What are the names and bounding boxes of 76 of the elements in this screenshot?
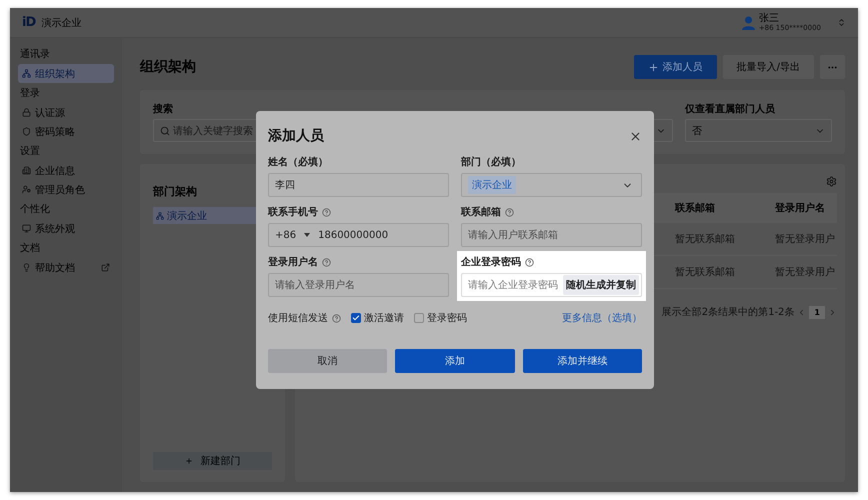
input-field[interactable]: 请输入用户联系邮箱	[461, 223, 642, 247]
user-gear-icon	[22, 185, 31, 194]
plus-icon	[648, 62, 659, 72]
panel-title: 部门架构	[153, 184, 198, 199]
select-field[interactable]: 否	[685, 119, 832, 142]
network-icon	[22, 69, 31, 78]
new-department-button[interactable]: 新建部门	[153, 452, 272, 470]
close-icon[interactable]	[629, 130, 642, 142]
cancel-button[interactable]: 取消	[268, 349, 388, 373]
monitor-icon	[22, 224, 31, 233]
sidebar-item[interactable]: 系统外观	[18, 219, 114, 238]
section-label: 通讯录	[19, 48, 51, 62]
sidebar-item[interactable]: 企业信息	[18, 161, 114, 180]
page-number[interactable]: 1	[809, 306, 825, 318]
field-label: 企业登录密码	[461, 256, 521, 269]
updown-icon[interactable]	[837, 18, 846, 27]
avatar-icon	[742, 16, 755, 30]
page-title: 组织架构	[140, 58, 196, 76]
table-cell: 暂无联系邮箱	[675, 256, 775, 289]
sidebar-item[interactable]: 管理员角色	[18, 180, 114, 199]
checkbox[interactable]	[414, 313, 424, 323]
network-icon	[156, 212, 164, 220]
lock-icon	[22, 108, 31, 117]
submit-button[interactable]: 添加并继续	[522, 349, 642, 373]
help-icon[interactable]	[505, 208, 514, 216]
help-icon[interactable]	[525, 258, 534, 266]
checkbox-label: 激活邀请	[364, 312, 404, 325]
plus-icon	[184, 457, 192, 465]
sidebar-item[interactable]: 密码策略	[18, 122, 114, 141]
shield-icon	[22, 127, 31, 136]
search-icon	[160, 126, 170, 136]
field-label: 登录用户名	[268, 255, 318, 269]
app-name: 演示企业	[41, 16, 82, 30]
next-page-icon[interactable]	[828, 308, 837, 316]
submit-button[interactable]: 添加	[395, 349, 515, 373]
sidebar-item[interactable]: 帮助文档	[18, 258, 114, 277]
more-info-link[interactable]: 更多信息（选填）	[562, 311, 642, 325]
section-label: 登录	[19, 87, 41, 101]
help-icon[interactable]	[332, 314, 341, 322]
input-field[interactable]: +86 18600000000	[268, 223, 449, 247]
help-icon[interactable]	[322, 258, 331, 266]
section-label: 设置	[19, 144, 41, 159]
field-label: 部门（必填）	[461, 155, 521, 169]
checkbox-label: 登录密码	[427, 312, 467, 325]
building-icon	[22, 166, 31, 175]
pagination-summary: 展示全部2条结果中的第1-2条	[662, 306, 794, 319]
field-label: 联系邮箱	[461, 206, 501, 219]
table-cell: 暂无登录用户	[775, 256, 837, 289]
app-logo: iD	[22, 15, 36, 30]
input-field[interactable]: 李四	[268, 173, 449, 197]
select-field[interactable]: 演示企业	[461, 173, 642, 197]
tag: 演示企业	[468, 176, 516, 194]
filter-label: 搜索	[153, 102, 174, 114]
column-header: 联系邮箱	[675, 193, 775, 223]
checkbox[interactable]	[351, 313, 361, 323]
sidebar-item[interactable]: 组织架构	[18, 64, 114, 83]
field-label: 姓名（必填）	[268, 156, 328, 169]
generate-password-button[interactable]: 随机生成并复制	[563, 275, 639, 295]
help-icon[interactable]	[322, 208, 331, 216]
sms-label: 使用短信发送	[268, 312, 328, 325]
input-field[interactable]: 请输入登录用户名	[268, 273, 449, 297]
section-label: 文档	[19, 242, 41, 256]
section-label: 个性化	[19, 202, 51, 217]
sidebar-item[interactable]: 认证源	[18, 103, 114, 122]
user-name: 张三	[758, 14, 780, 24]
caret-icon	[304, 233, 310, 237]
input-field[interactable]: 请输入企业登录密码 随机生成并复制	[461, 273, 642, 297]
import-export-button[interactable]: 批量导入/导出	[722, 55, 814, 79]
table-cell: 暂无登录用户	[775, 223, 837, 256]
table-cell: 暂无联系邮箱	[675, 223, 775, 256]
filter-label: 仅查看直属部门人员	[685, 102, 776, 114]
add-button[interactable]: 添加人员	[634, 55, 717, 79]
dialog-title: 添加人员	[268, 127, 324, 145]
lightbulb-icon	[22, 263, 31, 272]
settings-icon[interactable]	[826, 176, 837, 187]
column-header: 登录用户名	[775, 193, 837, 223]
